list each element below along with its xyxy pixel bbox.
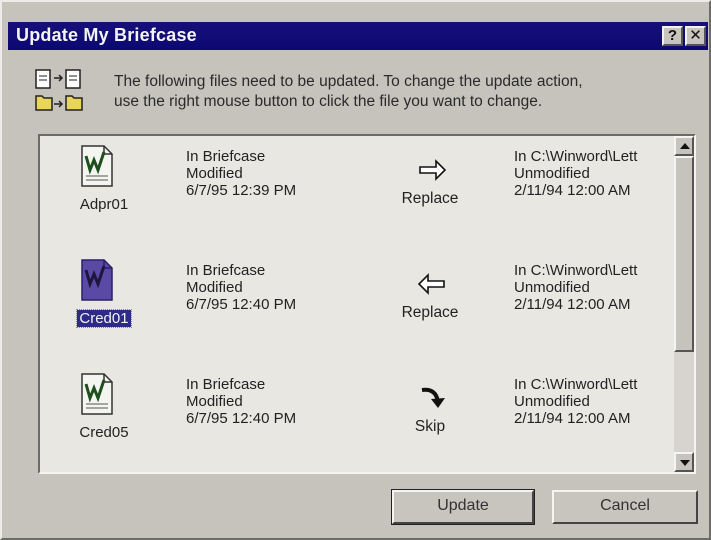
briefcase-info: In Briefcase Modified 6/7/95 12:39 PM xyxy=(186,148,296,199)
vertical-scrollbar[interactable] xyxy=(674,136,694,472)
file-name[interactable]: Cred05 xyxy=(60,424,148,441)
window-title: Update My Briefcase xyxy=(16,25,197,45)
destination-date: 2/11/94 12:00 AM xyxy=(514,296,631,313)
chevron-down-icon xyxy=(680,460,690,466)
cancel-button[interactable]: Cancel xyxy=(552,490,698,524)
destination-status: Unmodified xyxy=(514,165,590,182)
briefcase-date: 6/7/95 12:40 PM xyxy=(186,296,297,313)
action-label: Replace xyxy=(401,304,459,321)
briefcase-status: Modified xyxy=(186,279,243,296)
scroll-down-button[interactable] xyxy=(674,452,694,472)
destination-location: In C:\Winword\Lett xyxy=(514,262,638,279)
word-document-icon xyxy=(81,145,113,187)
destination-date: 2/11/94 12:00 AM xyxy=(514,410,631,427)
instruction-line-1: The following files need to be updated. … xyxy=(114,73,583,90)
briefcase-status: Modified xyxy=(186,393,243,410)
destination-location: In C:\Winword\Lett xyxy=(514,148,638,165)
destination-status: Unmodified xyxy=(514,393,590,410)
title-bar[interactable]: Update My Briefcase ? ✕ xyxy=(8,22,708,50)
destination-status: Unmodified xyxy=(514,279,590,296)
skip-curved-arrow-icon xyxy=(421,387,445,408)
word-document-icon xyxy=(81,373,113,415)
list-item-adpr01[interactable]: Adpr01 In Briefcase Modified 6/7/95 12:3… xyxy=(40,136,680,248)
briefcase-location: In Briefcase xyxy=(186,262,266,279)
briefcase-location: In Briefcase xyxy=(186,148,266,165)
scrollbar-thumb[interactable] xyxy=(674,156,694,352)
update-button[interactable]: Update xyxy=(392,490,534,524)
file-name[interactable]: Adpr01 xyxy=(60,196,148,213)
scroll-up-button[interactable] xyxy=(674,136,694,156)
word-document-icon xyxy=(81,259,113,301)
file-name-selected[interactable]: Cred01 xyxy=(60,309,148,328)
action-label: Skip xyxy=(414,418,446,435)
briefcase-date: 6/7/95 12:39 PM xyxy=(186,182,297,199)
arrow-left-icon xyxy=(417,273,445,295)
destination-location: In C:\Winword\Lett xyxy=(514,376,638,393)
instruction-line-2: use the right mouse button to click the … xyxy=(114,93,543,110)
destination-info: In C:\Winword\Lett Unmodified 2/11/94 12… xyxy=(514,376,682,427)
briefcase-info: In Briefcase Modified 6/7/95 12:40 PM xyxy=(186,376,296,427)
close-button[interactable]: ✕ xyxy=(685,26,706,46)
file-update-list[interactable]: Adpr01 In Briefcase Modified 6/7/95 12:3… xyxy=(38,134,696,474)
destination-info: In C:\Winword\Lett Unmodified 2/11/94 12… xyxy=(514,148,682,199)
chevron-up-icon xyxy=(680,143,690,149)
briefcase-location: In Briefcase xyxy=(186,376,266,393)
destination-info: In C:\Winword\Lett Unmodified 2/11/94 12… xyxy=(514,262,682,313)
destination-date: 2/11/94 12:00 AM xyxy=(514,182,631,199)
list-item-cred01[interactable]: Cred01 In Briefcase Modified 6/7/95 12:4… xyxy=(40,250,680,362)
briefcase-status: Modified xyxy=(186,165,243,182)
briefcase-date: 6/7/95 12:40 PM xyxy=(186,410,297,427)
briefcase-info: In Briefcase Modified 6/7/95 12:40 PM xyxy=(186,262,296,313)
action-label: Replace xyxy=(401,190,459,207)
list-item-cred05[interactable]: Cred05 In Briefcase Modified 6/7/95 12:4… xyxy=(40,364,682,472)
briefcase-sync-icon xyxy=(35,69,83,111)
help-button[interactable]: ? xyxy=(662,26,683,46)
instruction-text: The following files need to be updated. … xyxy=(114,72,694,112)
arrow-right-icon xyxy=(419,159,447,181)
update-briefcase-dialog: Update My Briefcase ? ✕ The following fi… xyxy=(0,0,711,540)
